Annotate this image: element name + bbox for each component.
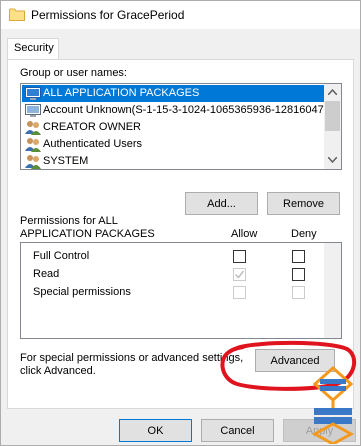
allow-full-control-checkbox[interactable]: [233, 250, 246, 263]
servers-network-icon: [311, 366, 355, 444]
allow-column-header: Allow: [231, 228, 258, 240]
list-item-authenticated-users[interactable]: Authenticated Users: [22, 136, 324, 153]
deny-full-control-checkbox[interactable]: [292, 250, 305, 263]
list-item-label: Account Unknown(S-1-15-3-1024-1065365936…: [43, 104, 324, 116]
permission-name: Full Control: [33, 250, 90, 262]
deny-special-checkbox[interactable]: [292, 286, 305, 299]
list-item-label: ALL APPLICATION PACKAGES: [43, 87, 200, 99]
permissions-header-line1: Permissions for ALL: [20, 215, 118, 227]
group-icon: [25, 155, 41, 169]
remove-button[interactable]: Remove: [267, 192, 340, 215]
unknown-account-icon: [25, 104, 41, 117]
list-item-system[interactable]: SYSTEM: [22, 153, 324, 169]
permission-row-special: Special permissions: [21, 284, 325, 302]
permissions-scrollbar[interactable]: [324, 243, 341, 338]
advanced-note-line1: For special permissions or advanced sett…: [20, 352, 244, 364]
cancel-button[interactable]: Cancel: [201, 419, 274, 442]
scroll-down-icon[interactable]: [328, 157, 337, 163]
scroll-up-icon[interactable]: [328, 89, 337, 95]
deny-column-header: Deny: [291, 228, 317, 240]
scroll-thumb[interactable]: [325, 101, 340, 131]
group-icon: [25, 138, 41, 152]
deny-read-checkbox[interactable]: [292, 268, 305, 281]
principals-scrollbar[interactable]: [324, 84, 341, 169]
checkmark-icon: [234, 270, 245, 279]
permission-name: Special permissions: [33, 286, 131, 298]
list-item-label: Authenticated Users: [43, 138, 143, 150]
window-title: Permissions for GracePeriod: [31, 8, 185, 22]
list-item-label: SYSTEM: [43, 155, 89, 167]
list-item-account-unknown[interactable]: Account Unknown(S-1-15-3-1024-1065365936…: [22, 102, 324, 119]
allow-special-checkbox[interactable]: [233, 286, 246, 299]
add-button[interactable]: Add...: [185, 192, 258, 215]
permissions-header-line2: APPLICATION PACKAGES: [20, 228, 155, 240]
title-bar[interactable]: Permissions for GracePeriod: [1, 1, 360, 29]
advanced-note-line2: click Advanced.: [20, 365, 96, 377]
app-packages-icon: [25, 87, 41, 100]
ok-button[interactable]: OK: [119, 419, 192, 442]
folder-icon: [9, 8, 25, 21]
principals-list[interactable]: ALL APPLICATION PACKAGES Account Unknown…: [20, 83, 342, 170]
list-item-creator-owner[interactable]: CREATOR OWNER: [22, 119, 324, 136]
permissions-dialog: Permissions for GracePeriod Security Gro…: [0, 0, 361, 446]
permission-row-full-control: Full Control: [21, 248, 325, 266]
permission-name: Read: [33, 268, 60, 280]
tab-security[interactable]: Security: [7, 38, 59, 60]
principals-label: Group or user names:: [20, 67, 127, 79]
list-item-all-application-packages[interactable]: ALL APPLICATION PACKAGES: [22, 85, 324, 102]
allow-read-checkbox[interactable]: [233, 268, 246, 281]
permission-row-read: Read: [21, 266, 325, 284]
list-item-label: CREATOR OWNER: [43, 121, 141, 133]
group-icon: [25, 121, 41, 135]
permissions-grid: Full Control Read Special permissions: [20, 242, 342, 339]
